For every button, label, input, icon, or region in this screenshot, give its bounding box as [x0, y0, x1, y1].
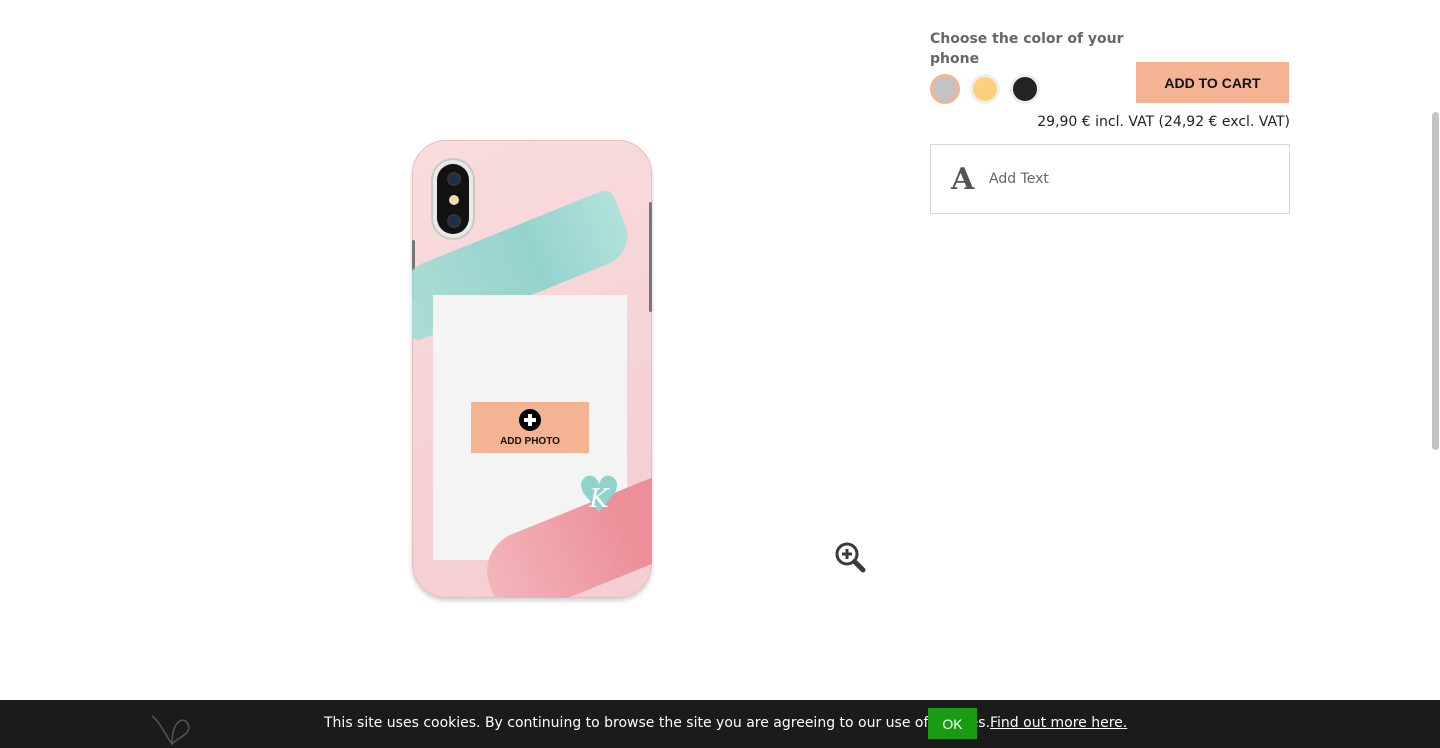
color-swatch-black[interactable]	[1010, 74, 1040, 104]
add-to-cart-button[interactable]: ADD TO CART	[1136, 62, 1289, 103]
camera-lens-bottom	[449, 216, 459, 226]
add-text-button[interactable]: A Add Text	[930, 144, 1290, 214]
cookie-ok-button[interactable]: OK	[928, 708, 977, 739]
text-icon: A	[951, 162, 975, 197]
plus-circle-icon	[519, 409, 541, 431]
color-picker-heading: Choose the color of your phone	[930, 31, 1124, 67]
cookie-bar: This site uses cookies. By continuing to…	[0, 700, 1440, 748]
heart-monogram: ♥ K	[576, 466, 622, 524]
scrollbar-thumb[interactable]	[1432, 112, 1439, 450]
cookie-message: This site uses cookies. By continuing to…	[324, 715, 991, 731]
phone-side-button-right	[649, 202, 652, 312]
camera-flash	[449, 195, 459, 205]
cookie-more-link[interactable]: Find out more here.	[990, 715, 1127, 731]
camera-lens-top	[449, 174, 459, 184]
monogram-letter: K	[589, 484, 609, 514]
color-swatch-gold[interactable]	[970, 74, 1000, 104]
camera-module	[431, 158, 475, 240]
add-photo-label: ADD PHOTO	[500, 436, 560, 447]
price-label: 29,90 € incl. VAT (24,92 € excl. VAT)	[1037, 114, 1290, 130]
add-text-label: Add Text	[989, 171, 1049, 187]
camera-bump	[437, 164, 469, 234]
zoom-in-icon[interactable]	[834, 541, 866, 573]
color-swatch-silver[interactable]	[930, 74, 960, 104]
decorative-doodle-icon	[151, 715, 190, 746]
add-photo-button[interactable]: ADD PHOTO	[471, 402, 589, 453]
cutoff-text-fragment	[200, 0, 530, 4]
phone-case-preview: ♥ K ADD PHOTO	[412, 140, 652, 598]
